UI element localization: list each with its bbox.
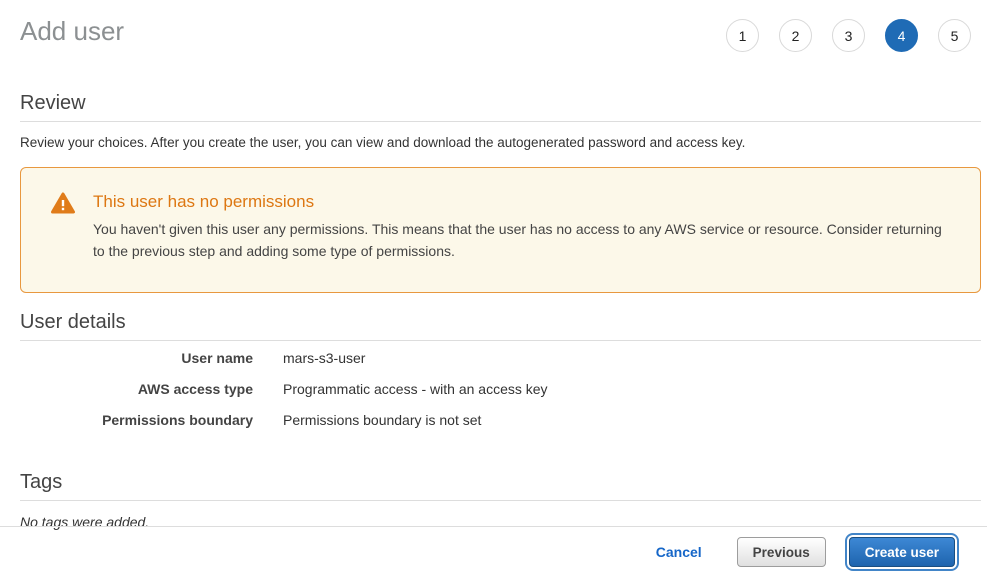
warning-triangle-icon [51, 192, 75, 214]
wizard-footer: Cancel Previous Create user [0, 526, 987, 581]
page-title: Add user [20, 15, 124, 47]
divider [20, 121, 981, 122]
user-details-rows: User name mars-s3-user AWS access type P… [20, 350, 981, 443]
review-description: Review your choices. After you create th… [20, 135, 981, 150]
step-3[interactable]: 3 [832, 19, 865, 52]
step-5[interactable]: 5 [938, 19, 971, 52]
no-permissions-warning: This user has no permissions You haven't… [20, 167, 981, 293]
footer-buttons: Cancel Previous Create user [0, 527, 987, 581]
user-details-heading: User details [20, 311, 981, 333]
wizard-step-indicator: 1 2 3 4 5 [726, 19, 971, 52]
review-heading: Review [20, 92, 981, 114]
detail-value: Programmatic access - with an access key [283, 381, 548, 397]
detail-label: AWS access type [20, 381, 253, 397]
tags-heading: Tags [20, 471, 981, 493]
previous-button[interactable]: Previous [737, 537, 826, 567]
divider [20, 340, 981, 341]
detail-row-permissions-boundary: Permissions boundary Permissions boundar… [20, 412, 981, 443]
user-details-section: User details User name mars-s3-user AWS … [20, 311, 981, 443]
warning-title: This user has no permissions [93, 192, 944, 212]
wizard-content: Review Review your choices. After you cr… [0, 92, 987, 530]
review-section: Review Review your choices. After you cr… [20, 92, 981, 150]
detail-value: mars-s3-user [283, 350, 365, 366]
step-4-active[interactable]: 4 [885, 19, 918, 52]
divider [20, 500, 981, 501]
detail-label: Permissions boundary [20, 412, 253, 428]
warning-body: You haven't given this user any permissi… [93, 218, 944, 262]
warning-text-block: This user has no permissions You haven't… [93, 192, 944, 262]
detail-row-user-name: User name mars-s3-user [20, 350, 981, 381]
cancel-button[interactable]: Cancel [656, 544, 702, 560]
step-2[interactable]: 2 [779, 19, 812, 52]
detail-value: Permissions boundary is not set [283, 412, 481, 428]
wizard-header: Add user 1 2 3 4 5 [0, 0, 987, 52]
add-user-wizard-page: Add user 1 2 3 4 5 Review Review your ch… [0, 0, 987, 581]
create-user-button[interactable]: Create user [849, 537, 955, 567]
tags-section: Tags No tags were added. [20, 471, 981, 530]
detail-row-access-type: AWS access type Programmatic access - wi… [20, 381, 981, 412]
detail-label: User name [20, 350, 253, 366]
step-1[interactable]: 1 [726, 19, 759, 52]
